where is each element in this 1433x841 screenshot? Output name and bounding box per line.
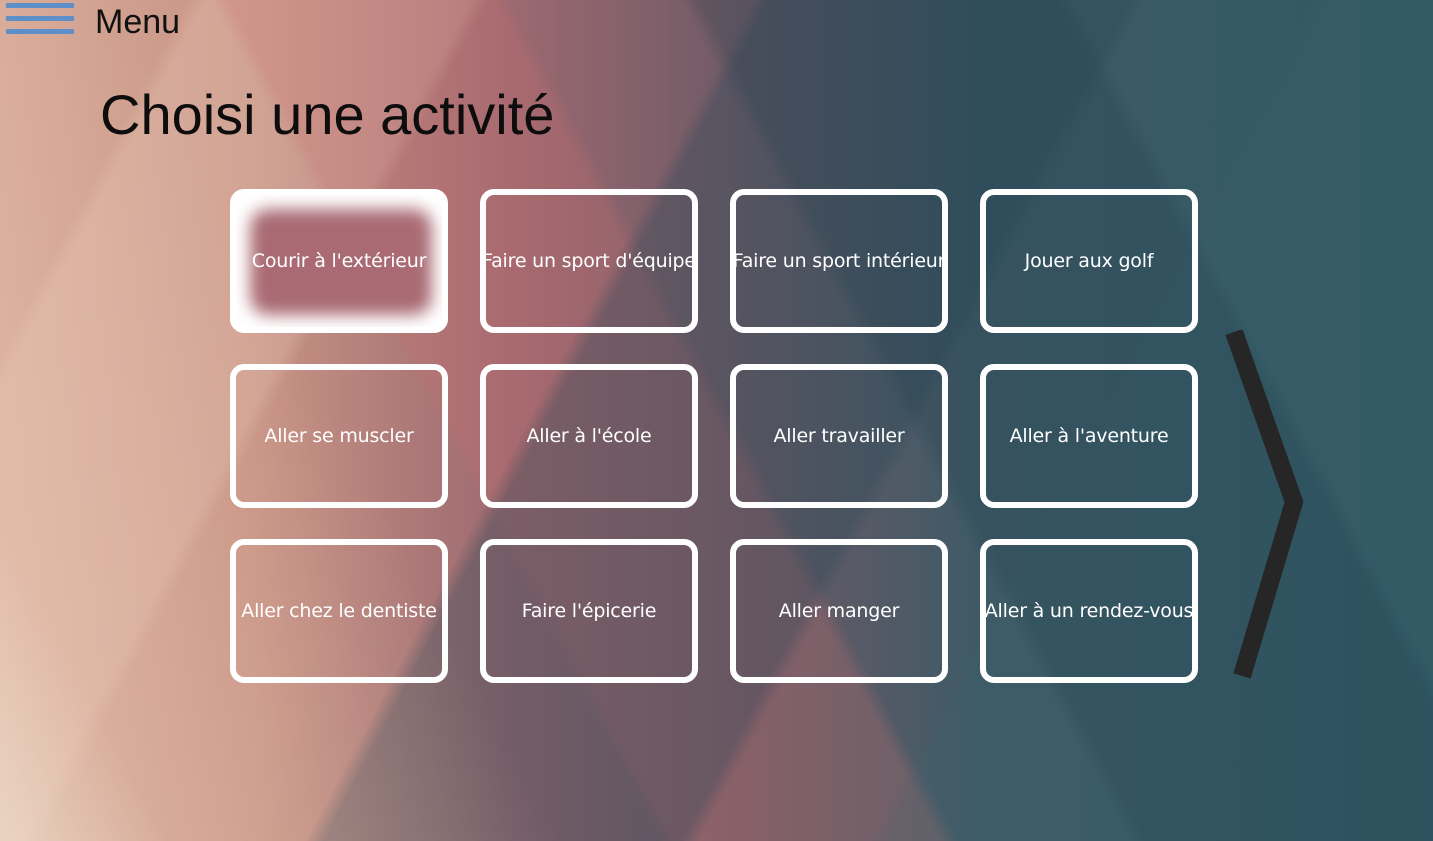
activity-card[interactable]: Courir à l'extérieur — [230, 189, 448, 333]
activity-card[interactable]: Aller manger — [730, 539, 948, 683]
activity-label: Aller chez le dentiste — [241, 600, 437, 622]
activity-label: Faire un sport intérieur — [732, 250, 946, 272]
page-title: Choisi une activité — [100, 83, 555, 146]
activity-card[interactable]: Aller à l'école — [480, 364, 698, 508]
activity-label: Aller se muscler — [264, 425, 414, 447]
chevron-right-icon[interactable] — [1222, 330, 1312, 680]
hamburger-menu-icon[interactable] — [6, 3, 74, 39]
activity-card[interactable]: Aller travailler — [730, 364, 948, 508]
menu-label[interactable]: Menu — [95, 3, 180, 42]
activity-card[interactable]: Faire un sport intérieur — [730, 189, 948, 333]
activity-label: Aller travailler — [773, 425, 905, 447]
activity-label: Aller à l'aventure — [1009, 425, 1169, 447]
activity-label: Courir à l'extérieur — [251, 250, 427, 272]
activity-label: Faire l'épicerie — [521, 600, 657, 622]
activity-card[interactable]: Aller à un rendez-vous — [980, 539, 1198, 683]
activity-label: Aller manger — [778, 600, 900, 622]
activity-label: Faire un sport d'équipe — [482, 250, 696, 272]
activity-label: Aller à un rendez-vous — [984, 600, 1194, 622]
activity-card[interactable]: Jouer aux golf — [980, 189, 1198, 333]
activity-card[interactable]: Faire l'épicerie — [480, 539, 698, 683]
activity-label: Jouer aux golf — [1024, 250, 1154, 272]
activity-label: Aller à l'école — [526, 425, 652, 447]
activity-card[interactable]: Faire un sport d'équipe — [480, 189, 698, 333]
activity-card[interactable]: Aller chez le dentiste — [230, 539, 448, 683]
activity-card[interactable]: Aller se muscler — [230, 364, 448, 508]
activity-card[interactable]: Aller à l'aventure — [980, 364, 1198, 508]
